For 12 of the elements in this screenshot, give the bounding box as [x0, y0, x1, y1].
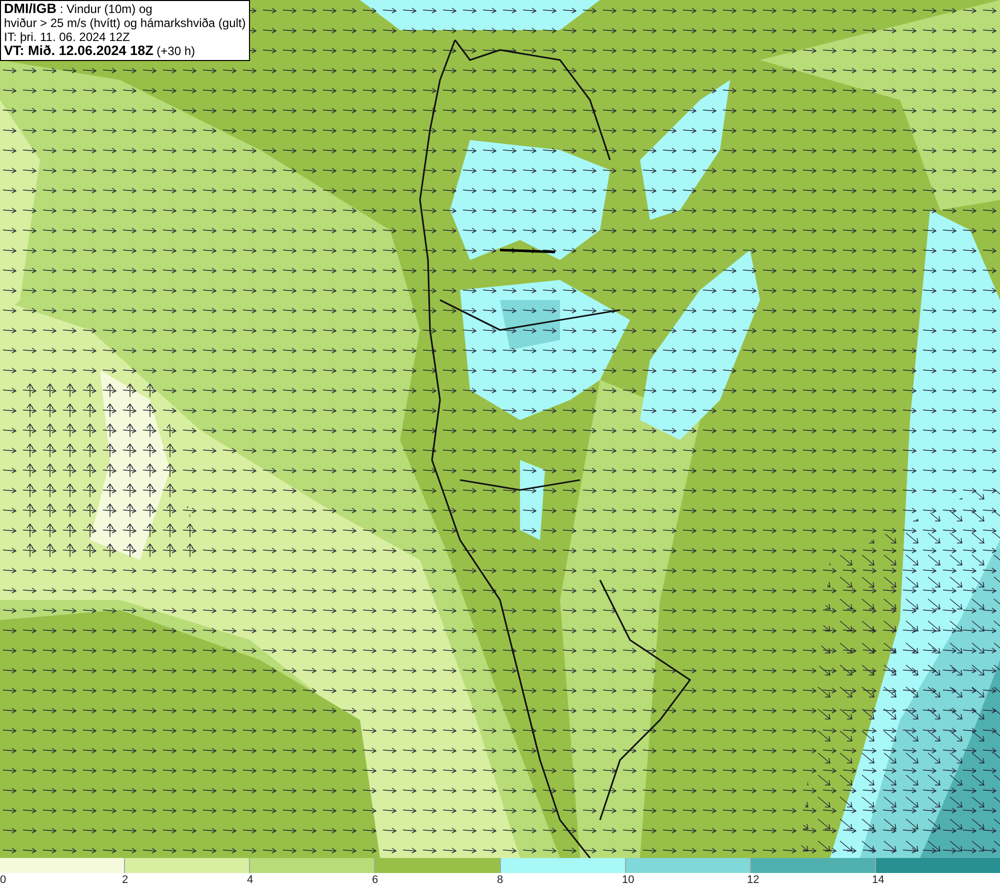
map-description: hviður > 25 m/s (hvítt) og hámarkshviða (gult) — [4, 16, 246, 30]
legend-label: 10 — [622, 873, 634, 887]
legend-label: 4 — [247, 873, 254, 887]
map-title: DMI/IGB : Vindur (10m) og — [4, 2, 154, 16]
legend-label: 2 — [122, 873, 128, 887]
legend-label: 6 — [372, 873, 378, 887]
legend-label: 8 — [497, 873, 504, 887]
legend-label: 0 — [0, 873, 6, 887]
legend-label: 12 — [747, 873, 760, 887]
legend-label: 14 — [872, 873, 884, 887]
issue-time: IT: þri. 11. 06. 2024 12Z — [4, 30, 131, 44]
valid-time: VT: Mið. 12.06.2024 18Z (+30 h) — [4, 44, 196, 58]
